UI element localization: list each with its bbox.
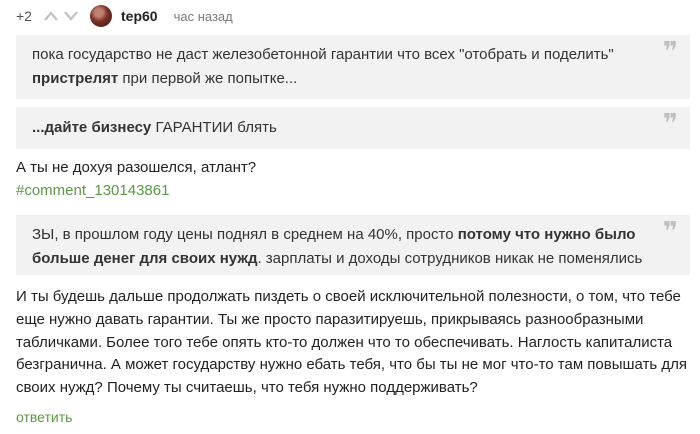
quote-text: . зарплаты и доходы сотрудников никак не… (257, 250, 643, 267)
quote-text: ЗЫ, в прошлом году цены поднял в среднем… (32, 226, 458, 243)
timestamp[interactable]: час назад (174, 9, 233, 24)
quote-bold-text: ...дайте бизнесу (32, 119, 152, 136)
comment-anchor-link[interactable]: #comment_130143861 (16, 180, 169, 202)
quote-block-3: ❞ ЗЫ, в прошлом году цены поднял в средн… (16, 215, 690, 275)
username[interactable]: tep60 (121, 8, 158, 24)
downvote-arrow-icon[interactable] (64, 11, 78, 21)
quote-bold-text: пристрелят (32, 70, 119, 87)
quote-mark-icon: ❞ (662, 217, 678, 247)
quote-text: ГАРАНТИИ блять (151, 119, 277, 136)
rating-value: +2 (16, 8, 32, 24)
quote-mark-icon: ❞ (662, 109, 678, 139)
quote-mark-icon: ❞ (662, 37, 678, 67)
quote-text: пока государство не даст железобетонной … (32, 46, 614, 63)
upvote-arrow-icon[interactable] (44, 11, 58, 21)
comment-header: +2 tep60 час назад (16, 4, 233, 28)
quote-block-2: ❞ ...дайте бизнесу ГАРАНТИИ блять (16, 107, 690, 149)
comment-body: И ты будешь дальше продолжать пиздеть о … (16, 288, 688, 397)
comment-line: А ты не дохуя разошелся, атлант? (16, 159, 257, 176)
reply-link[interactable]: ответить (16, 407, 72, 427)
quote-block-1: ❞ пока государство не даст железобетонно… (16, 35, 690, 99)
avatar[interactable] (90, 5, 112, 27)
quote-text: при первой же попытке... (118, 70, 298, 87)
